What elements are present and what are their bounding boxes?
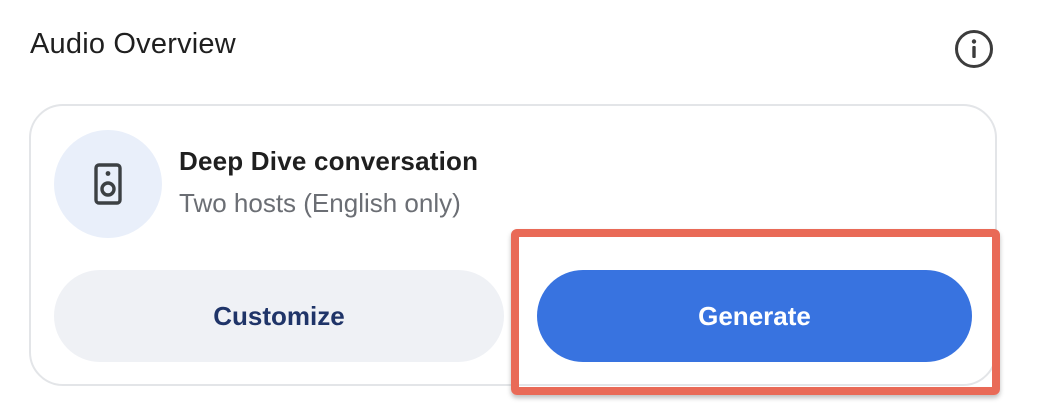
- generate-button[interactable]: Generate: [537, 270, 972, 362]
- speaker-icon-badge: [54, 130, 162, 238]
- audio-overview-panel: Audio Overview Deep Dive conversation Tw…: [0, 0, 1040, 418]
- section-title: Audio Overview: [30, 28, 236, 60]
- customize-button[interactable]: Customize: [54, 270, 504, 362]
- info-icon[interactable]: [953, 28, 995, 70]
- conversation-title: Deep Dive conversation: [179, 146, 479, 176]
- conversation-subtitle: Two hosts (English only): [179, 188, 461, 218]
- speaker-icon: [94, 163, 122, 205]
